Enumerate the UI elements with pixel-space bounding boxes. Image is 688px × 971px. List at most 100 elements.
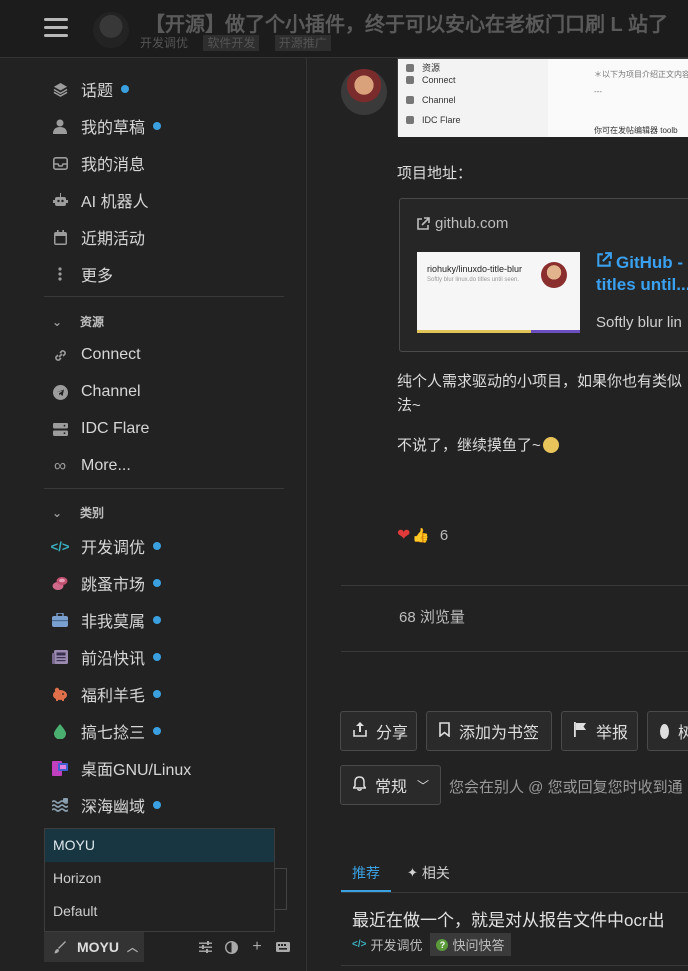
- view-count: 68 浏览量: [399, 609, 465, 626]
- sidebar-item-ai-bot[interactable]: AI 机器人: [52, 189, 149, 211]
- slightly-smiling-emoji-icon: [542, 436, 559, 453]
- header-tag[interactable]: 开源推广: [274, 35, 331, 51]
- unread-dot: [153, 542, 162, 550]
- theme-option-horizon[interactable]: Horizon: [45, 862, 274, 895]
- bell-icon: [352, 776, 367, 794]
- server-icon: [52, 421, 68, 437]
- sidebar-category-deals[interactable]: 福利羊毛: [52, 683, 162, 705]
- sidebar-item-topics[interactable]: 话题: [52, 78, 130, 100]
- theme-dropdown-menu: MOYU Horizon Default: [44, 828, 275, 932]
- unread-dot: [153, 801, 162, 809]
- notification-level-button[interactable]: 常规 ﹀: [340, 765, 441, 805]
- theme-option-moyu[interactable]: MOYU: [45, 829, 274, 862]
- link-icon: [52, 347, 68, 363]
- status-button[interactable]: 树: [647, 711, 688, 751]
- chevron-down-icon: ⌄: [52, 505, 63, 520]
- sidebar-item-label: Connect: [81, 346, 141, 363]
- code-icon: </>: [50, 538, 70, 554]
- onebox-source[interactable]: github.com: [416, 215, 508, 232]
- user-icon: [52, 118, 68, 134]
- sidebar-item-label: 我的草稿: [81, 120, 146, 137]
- theme-option-default[interactable]: Default: [45, 895, 274, 928]
- tab-suggested[interactable]: 推荐: [341, 856, 391, 892]
- sidebar-item-label: 深海幽域: [81, 799, 146, 816]
- topic-tag[interactable]: ? 快问快答: [430, 933, 511, 956]
- sidebar-category-market[interactable]: 跳蚤市场: [52, 572, 162, 594]
- sidebar-item-label: 开发调优: [81, 540, 146, 557]
- sidebar-item-label: 更多: [81, 268, 114, 285]
- sidebar-item-label: 近期活动: [81, 231, 146, 248]
- header-tag[interactable]: 软件开发: [203, 35, 260, 51]
- sidebar-item-more-resources[interactable]: ∞ More...: [52, 455, 131, 477]
- sidebar-item-more[interactable]: 更多: [52, 263, 113, 285]
- flag-button[interactable]: 举报: [561, 711, 638, 751]
- onebox-title-link[interactable]: GitHub - titles until...: [596, 252, 688, 296]
- onebox-thumbnail[interactable]: riohuky/linuxdo-title-blur Softly blur l…: [417, 252, 580, 333]
- reaction-count: 6: [439, 526, 449, 544]
- bookmark-button[interactable]: 添加为书签: [426, 711, 552, 751]
- section-title: 资源: [80, 315, 105, 329]
- thumb-title: riohuky/linuxdo-title-blur: [427, 264, 523, 274]
- image-text: 你可在发帖编辑器 toolb: [594, 126, 678, 135]
- tab-related[interactable]: ✦ 相关: [407, 856, 450, 890]
- post-image[interactable]: 资源 Connect Channel IDC Flare ＊以下为项目介绍正文内…: [397, 58, 688, 137]
- heart-icon: ❤: [397, 527, 411, 544]
- sidebar-item-label: 搞七捻三: [81, 725, 146, 742]
- divider: [341, 585, 688, 586]
- sidebar-category-linux[interactable]: 桌面GNU/Linux: [52, 757, 191, 779]
- section-header-categories[interactable]: ⌄ 类别: [52, 504, 104, 521]
- notification-description: 您会在别人 @ 您或回复您时收到通: [449, 779, 683, 796]
- header-category[interactable]: 开发调优: [140, 36, 188, 50]
- post-image-left-pane: 资源 Connect Channel IDC Flare: [398, 59, 548, 137]
- chevron-down-icon: ﹀: [417, 778, 430, 793]
- robot-icon: [52, 192, 68, 208]
- post-reactions[interactable]: ❤ 👍 6: [397, 525, 448, 545]
- sidebar-category-deep-sea[interactable]: 深海幽域: [52, 794, 162, 816]
- telegram-icon: [52, 384, 68, 400]
- plus-icon[interactable]: +: [250, 938, 264, 955]
- header-tags: 开发调优 软件开发 开源推广: [140, 34, 343, 51]
- sidebar-item-drafts[interactable]: 我的草稿: [52, 115, 162, 137]
- divider: [341, 651, 688, 652]
- keyboard-icon[interactable]: [276, 940, 290, 954]
- theme-selector-button[interactable]: MOYU ︿: [44, 932, 144, 962]
- sidebar-item-label: 非我莫属: [81, 614, 146, 631]
- sidebar-item-label: IDC Flare: [81, 420, 150, 437]
- project-address-label: 项目地址：: [397, 165, 473, 182]
- section-header-resources[interactable]: ⌄ 资源: [52, 313, 104, 330]
- sidebar-item-label: AI 机器人: [81, 194, 149, 211]
- sidebar-item-label: 话题: [81, 83, 114, 100]
- sidebar-item-messages[interactable]: 我的消息: [52, 152, 145, 174]
- thumb-subtitle: Softly blur linux.do titles until seen.: [427, 277, 520, 283]
- sidebar-item-label: 桌面GNU/Linux: [81, 762, 192, 779]
- contrast-icon[interactable]: [224, 940, 238, 954]
- external-link-icon: [416, 216, 430, 231]
- onebox-description: Softly blur lin: [596, 314, 682, 331]
- image-text: ＊以下为项目介绍正文内容: [594, 70, 688, 79]
- topic-category[interactable]: 开发调优: [370, 935, 422, 954]
- thumbs-up-icon: 👍: [412, 526, 430, 543]
- desktop-icon: [52, 760, 68, 776]
- post-author-avatar[interactable]: [341, 69, 387, 115]
- image-item: IDC Flare: [406, 115, 461, 125]
- topic-title[interactable]: 【开源】做了个小插件，终于可以安心在老板门口刷 L 站了: [145, 8, 668, 37]
- unread-dot: [153, 727, 162, 735]
- sliders-icon[interactable]: [198, 940, 212, 954]
- sidebar-item-recent-activity[interactable]: 近期活动: [52, 226, 145, 248]
- sidebar-category-misc[interactable]: 搞七捻三: [52, 720, 162, 742]
- sidebar-category-dev[interactable]: </> 开发调优: [50, 535, 162, 557]
- share-button[interactable]: 分享: [340, 711, 417, 751]
- newspaper-icon: [52, 649, 68, 665]
- suggested-topic-title[interactable]: 最近在做一个，就是对从报告文件中ocr出: [352, 906, 665, 931]
- sidebar-item-label: 我的消息: [81, 157, 146, 174]
- sidebar-category-news[interactable]: 前沿快讯: [52, 646, 162, 668]
- sidebar-footer: MOYU ︿ +: [44, 932, 290, 962]
- sidebar-item-idc-flare[interactable]: IDC Flare: [52, 418, 149, 440]
- hamburger-menu-icon[interactable]: [44, 18, 68, 38]
- sidebar-item-channel[interactable]: Channel: [52, 381, 141, 403]
- sidebar-item-connect[interactable]: Connect: [52, 344, 141, 366]
- github-onebox[interactable]: github.com riohuky/linuxdo-title-blur So…: [399, 198, 688, 352]
- post-paragraph: 法~: [397, 397, 421, 414]
- header-avatar[interactable]: [93, 12, 129, 48]
- sidebar-category-jobs[interactable]: 非我莫属: [52, 609, 162, 631]
